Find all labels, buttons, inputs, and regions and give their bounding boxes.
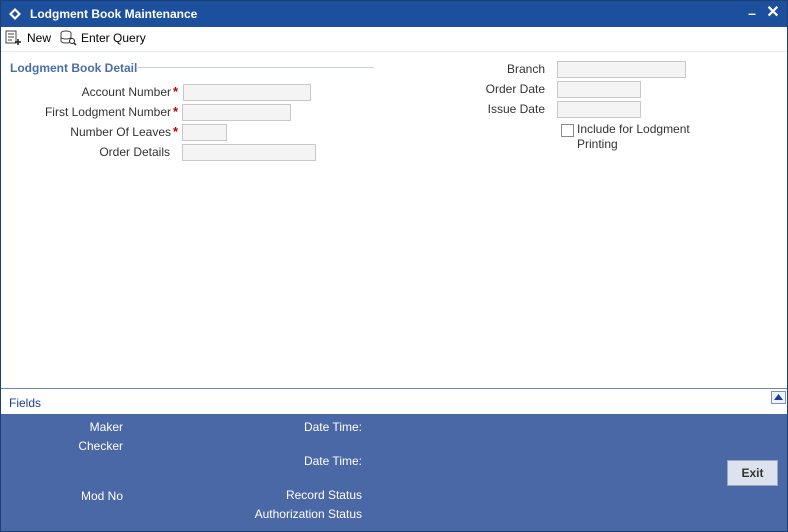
maker-label: Maker xyxy=(89,420,123,434)
new-document-icon xyxy=(5,30,21,45)
mod-no-label: Mod No xyxy=(80,489,123,503)
minimize-button[interactable]: – xyxy=(743,4,761,22)
checker-date-time-label: Date Time: xyxy=(303,454,362,468)
new-button[interactable]: New xyxy=(5,29,51,47)
collapse-button[interactable] xyxy=(771,391,786,404)
order-details-label: Order Details xyxy=(99,145,170,159)
enter-query-button[interactable]: Enter Query xyxy=(59,29,146,47)
new-label: New xyxy=(27,31,52,45)
toolbar: New Enter Query xyxy=(1,27,787,49)
number-of-leaves-required-marker: * xyxy=(173,124,179,139)
section-divider xyxy=(136,67,374,68)
number-of-leaves-field[interactable] xyxy=(182,124,227,141)
section-title-lodgment-book-detail: Lodgment Book Detail xyxy=(10,61,138,75)
title-bar: Lodgment Book Maintenance – ✕ xyxy=(1,1,787,27)
toolbar-divider xyxy=(1,51,787,52)
first-lodgment-number-required-marker: * xyxy=(173,104,179,119)
exit-button[interactable]: Exit xyxy=(727,460,778,486)
diamond-icon xyxy=(9,8,21,20)
fields-link[interactable]: Fields xyxy=(9,396,41,410)
first-lodgment-number-field[interactable] xyxy=(182,104,291,121)
issue-date-label: Issue Date xyxy=(487,102,545,116)
fields-bar: Fields xyxy=(1,389,787,414)
enter-query-label: Enter Query xyxy=(81,31,146,45)
checker-label: Checker xyxy=(78,439,123,453)
account-number-field[interactable] xyxy=(183,84,311,101)
record-status-label: Record Status xyxy=(285,488,362,502)
issue-date-field[interactable] xyxy=(557,101,641,118)
branch-field[interactable] xyxy=(557,61,686,78)
first-lodgment-number-label: First Lodgment Number xyxy=(44,105,171,119)
account-number-label: Account Number xyxy=(81,85,171,99)
branch-label: Branch xyxy=(506,62,545,76)
audit-footer: Maker Checker Mod No Date Time: Date Tim… xyxy=(1,414,787,531)
order-date-field[interactable] xyxy=(557,81,641,98)
triangle-up-icon xyxy=(774,394,783,400)
order-details-field[interactable] xyxy=(182,144,316,161)
number-of-leaves-label: Number Of Leaves xyxy=(70,125,171,139)
authorization-status-label: Authorization Status xyxy=(254,507,362,521)
account-number-required-marker: * xyxy=(173,84,179,99)
maker-date-time-label: Date Time: xyxy=(303,420,362,434)
lodgment-book-window: Lodgment Book Maintenance – ✕ New Enter … xyxy=(0,0,788,532)
query-icon xyxy=(60,30,77,46)
order-date-label: Order Date xyxy=(485,82,545,96)
window-title: Lodgment Book Maintenance xyxy=(30,7,198,21)
close-button[interactable]: ✕ xyxy=(764,4,782,22)
include-for-lodgment-printing-label: Include for Lodgment Printing xyxy=(577,122,690,151)
include-for-lodgment-printing-checkbox[interactable] xyxy=(561,124,574,137)
